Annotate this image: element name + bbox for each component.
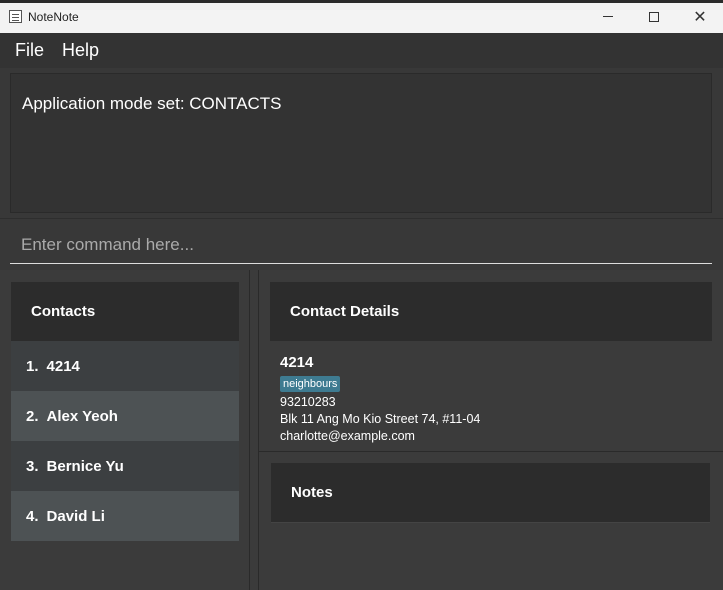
close-icon: ✕: [693, 8, 707, 26]
contact-list-item[interactable]: 3. Bernice Yu: [11, 441, 239, 491]
notes-header: Notes: [271, 463, 710, 522]
contact-list-item[interactable]: 4. David Li: [11, 491, 239, 541]
title-bar: NoteNote ✕: [0, 0, 723, 33]
contacts-pane: Contacts 1. 4214 2. Alex Yeoh 3. Bernice…: [0, 270, 250, 590]
contact-name: Bernice Yu: [46, 457, 124, 475]
contact-index: 2.: [26, 407, 39, 425]
command-input[interactable]: [10, 227, 712, 264]
contact-index: 3.: [26, 457, 39, 475]
contact-name: David Li: [46, 507, 105, 525]
detail-name: 4214: [280, 354, 314, 371]
maximize-icon: [649, 11, 659, 22]
menu-help[interactable]: Help: [53, 40, 108, 61]
contact-index: 4.: [26, 507, 39, 525]
close-button[interactable]: ✕: [677, 0, 723, 33]
contact-list: 1. 4214 2. Alex Yeoh 3. Bernice Yu 4. Da…: [11, 341, 239, 541]
contact-list-item[interactable]: 1. 4214: [11, 341, 239, 391]
contacts-header: Contacts: [11, 282, 239, 341]
menu-file[interactable]: File: [6, 40, 53, 61]
detail-phone: 93210283: [280, 395, 336, 409]
contact-details-body: 4214 neighbours 93210283 Blk 11 Ang Mo K…: [280, 354, 710, 445]
notes-area[interactable]: [271, 522, 710, 590]
menu-bar: File Help: [0, 33, 723, 68]
contact-list-item[interactable]: 2. Alex Yeoh: [11, 391, 239, 441]
tag-badge: neighbours: [280, 376, 341, 392]
contact-name: Alex Yeoh: [46, 407, 118, 425]
notes-divider: [259, 451, 723, 452]
contact-name: 4214: [46, 357, 80, 375]
result-display: Application mode set: CONTACTS: [10, 73, 712, 213]
window-title: NoteNote: [28, 10, 79, 24]
app-icon: [9, 10, 22, 23]
maximize-button[interactable]: [631, 0, 677, 33]
detail-address: Blk 11 Ang Mo Kio Street 74, #11-04: [280, 412, 481, 426]
minimize-icon: [603, 16, 613, 17]
command-panel: [0, 218, 723, 270]
details-pane: Contact Details 4214 neighbours 93210283…: [258, 270, 723, 590]
minimize-button[interactable]: [585, 0, 631, 33]
detail-email: charlotte@example.com: [280, 429, 415, 443]
result-panel: Application mode set: CONTACTS: [0, 68, 723, 218]
contact-details-header: Contact Details: [270, 282, 712, 341]
contact-index: 1.: [26, 357, 39, 375]
